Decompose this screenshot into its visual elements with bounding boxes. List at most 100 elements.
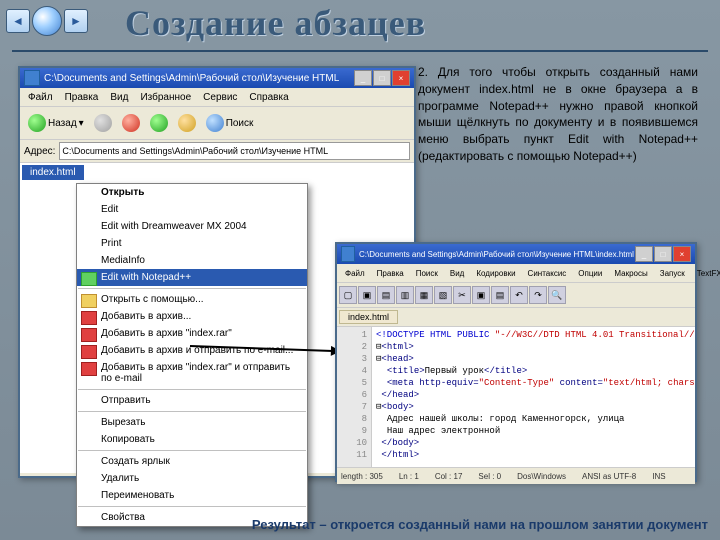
tb-print-icon[interactable]: ▧ [434, 286, 452, 304]
ctx-separator3 [78, 411, 306, 412]
rar-icon [81, 328, 97, 342]
tb-saveall-icon[interactable]: ▥ [396, 286, 414, 304]
c9: Наш адрес электронной [387, 426, 500, 436]
ctx-delete[interactable]: Удалить [77, 470, 307, 487]
c11: </html> [381, 450, 419, 460]
ctx-rename[interactable]: Переименовать [77, 487, 307, 504]
np-maximize[interactable]: □ [654, 246, 672, 262]
ln3: 3 [337, 353, 367, 365]
menu-favorites[interactable]: Избранное [134, 92, 197, 103]
tb-save-icon[interactable]: ▤ [377, 286, 395, 304]
c5d: "text/html; charset=utf-8" [603, 378, 695, 388]
menu-edit[interactable]: Правка [59, 92, 105, 103]
address-value: C:\Documents and Settings\Admin\Рабочий … [62, 146, 328, 156]
ctx-shortcut[interactable]: Создать ярлык [77, 453, 307, 470]
status-enc: ANSI as UTF-8 [582, 472, 636, 481]
np-menu-7[interactable]: Макросы [608, 269, 653, 278]
ctx-rar-email[interactable]: Добавить в архив "index.rar" и отправить… [77, 359, 307, 387]
ctx-cut[interactable]: Вырезать [77, 414, 307, 431]
ctx-edit[interactable]: Edit [77, 201, 307, 218]
refresh-button[interactable] [146, 112, 172, 134]
tb-find-icon[interactable]: 🔍 [548, 286, 566, 304]
menu-tools[interactable]: Сервис [197, 92, 243, 103]
ctx-openwith[interactable]: Открыть с помощью... [77, 291, 307, 308]
tb-redo-icon[interactable]: ↷ [529, 286, 547, 304]
search-label: Поиск [226, 118, 254, 129]
ctx-mediainfo[interactable]: MediaInfo [77, 252, 307, 269]
c10: </body> [381, 438, 419, 448]
ctx-edit-dw[interactable]: Edit with Dreamweaver MX 2004 [77, 218, 307, 235]
np-minimize[interactable]: _ [635, 246, 653, 262]
c5b: "Content-Type" [479, 378, 555, 388]
ln1: 1 [337, 329, 367, 341]
tb-paste-icon[interactable]: ▤ [491, 286, 509, 304]
ln8: 8 [337, 413, 367, 425]
ctx-separator [78, 288, 306, 289]
notepad-toolbar: ▢ ▣ ▤ ▥ ▦ ▧ ✂ ▣ ▤ ↶ ↷ 🔍 [337, 283, 695, 308]
forward-button[interactable] [90, 112, 116, 134]
tb-undo-icon[interactable]: ↶ [510, 286, 528, 304]
c4b: Первый урок [425, 366, 484, 376]
c2: <html> [381, 342, 413, 352]
np-menu-2[interactable]: Поиск [410, 269, 444, 278]
c6: </head> [381, 390, 419, 400]
ctx-edit-npp-label: Edit with Notepad++ [101, 272, 191, 283]
c3: <head> [381, 354, 413, 364]
close-button[interactable]: × [392, 70, 410, 86]
ctx-separator2 [78, 389, 306, 390]
notepad-menubar: Файл Правка Поиск Вид Кодировки Синтакси… [337, 264, 695, 283]
np-menu-4[interactable]: Кодировки [470, 269, 521, 278]
ctx-archive[interactable]: Добавить в архив... [77, 308, 307, 325]
next-button[interactable]: ► [64, 9, 88, 33]
tb-new-icon[interactable]: ▢ [339, 286, 357, 304]
line-gutter: 1 2 3 4 5 6 7 8 9 10 11 [337, 327, 372, 467]
np-menu-0[interactable]: Файл [339, 269, 371, 278]
tb-close-icon[interactable]: ▦ [415, 286, 433, 304]
ctx-edit-npp[interactable]: Edit with Notepad++ [77, 269, 307, 286]
editor-tab[interactable]: index.html [339, 310, 398, 324]
ln10: 10 [337, 437, 367, 449]
menu-file[interactable]: Файл [22, 92, 59, 103]
np-menu-6[interactable]: Опции [572, 269, 608, 278]
ctx-copy[interactable]: Копировать [77, 431, 307, 448]
file-item[interactable]: index.html [22, 165, 84, 180]
home2-button[interactable] [174, 112, 200, 134]
code-area[interactable]: <!DOCTYPE HTML PUBLIC "-//W3C//DTD HTML … [372, 327, 695, 467]
ln4: 4 [337, 365, 367, 377]
np-menu-3[interactable]: Вид [444, 269, 470, 278]
np-menu-5[interactable]: Синтаксис [522, 269, 573, 278]
np-close[interactable]: × [673, 246, 691, 262]
ctx-open[interactable]: Открыть [77, 184, 307, 201]
tb-cut-icon[interactable]: ✂ [453, 286, 471, 304]
status-ins: INS [652, 472, 665, 481]
home-button[interactable] [32, 6, 62, 36]
back-button[interactable]: Назад ▾ [24, 112, 88, 134]
menu-view[interactable]: Вид [104, 92, 134, 103]
folder-icon [24, 70, 40, 86]
address-field[interactable]: C:\Documents and Settings\Admin\Рабочий … [59, 142, 410, 160]
minimize-button[interactable]: _ [354, 70, 372, 86]
stop-button[interactable] [118, 112, 144, 134]
prev-button[interactable]: ◄ [6, 9, 30, 33]
ctx-print[interactable]: Print [77, 235, 307, 252]
np-menu-9[interactable]: TextFX [691, 269, 720, 278]
c7: <body> [381, 402, 413, 412]
tb-open-icon[interactable]: ▣ [358, 286, 376, 304]
ln6: 6 [337, 389, 367, 401]
notepad-window: C:\Documents and Settings\Admin\Рабочий … [335, 242, 697, 482]
ctx-separator4 [78, 450, 306, 451]
np-menu-1[interactable]: Правка [371, 269, 410, 278]
npp-icon [81, 272, 97, 286]
ctx-send[interactable]: Отправить [77, 392, 307, 409]
search-button[interactable]: Поиск [202, 112, 258, 134]
tb-copy-icon[interactable]: ▣ [472, 286, 490, 304]
ctx-rar[interactable]: Добавить в архив "index.rar" [77, 325, 307, 342]
instruction-text: 2. Для того чтобы открыть созданный нами… [418, 64, 698, 165]
maximize-button[interactable]: □ [373, 70, 391, 86]
ctx-rar-label: Добавить в архив "index.rar" [101, 328, 232, 339]
npp-title-icon [341, 246, 355, 262]
status-fmt: Dos\Windows [517, 472, 566, 481]
ln9: 9 [337, 425, 367, 437]
np-menu-8[interactable]: Запуск [654, 269, 691, 278]
menu-help[interactable]: Справка [243, 92, 294, 103]
